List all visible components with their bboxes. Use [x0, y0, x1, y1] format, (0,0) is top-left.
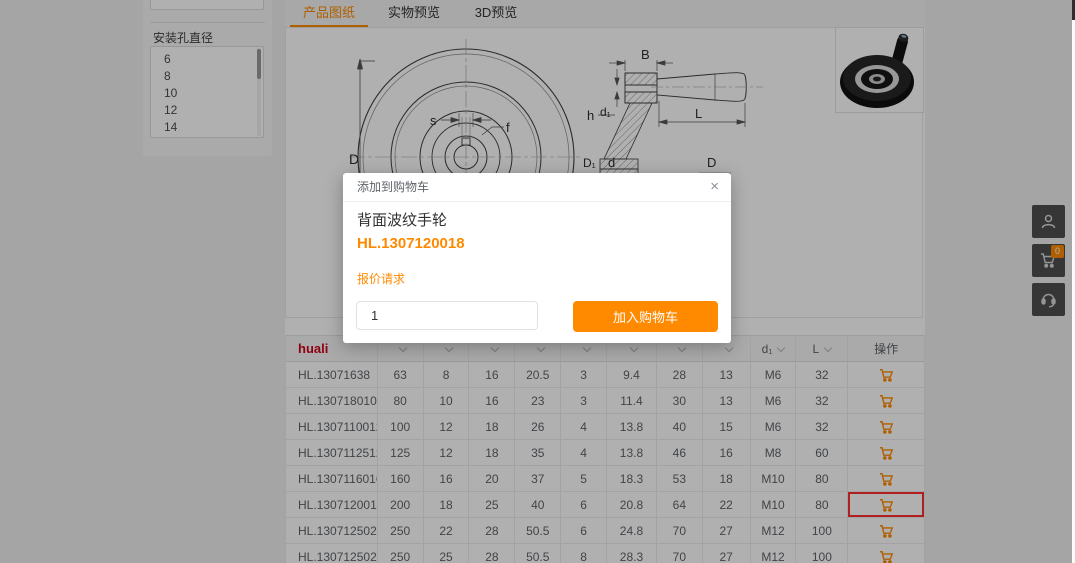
add-to-cart-modal: 添加到购物车 × 背面波纹手轮 HL.1307120018 报价请求 加入购物车	[343, 173, 731, 343]
quantity-input[interactable]	[356, 301, 538, 330]
page: 安装孔直径 68101214 产品图纸实物预览3D预览	[0, 0, 1075, 563]
product-name: 背面波纹手轮	[357, 209, 447, 230]
modal-title: 添加到购物车	[343, 173, 731, 202]
close-icon[interactable]: ×	[710, 178, 719, 196]
add-to-cart-button[interactable]: 加入购物车	[573, 301, 718, 332]
quote-request-link[interactable]: 报价请求	[357, 270, 405, 287]
part-number: HL.1307120018	[357, 235, 465, 252]
